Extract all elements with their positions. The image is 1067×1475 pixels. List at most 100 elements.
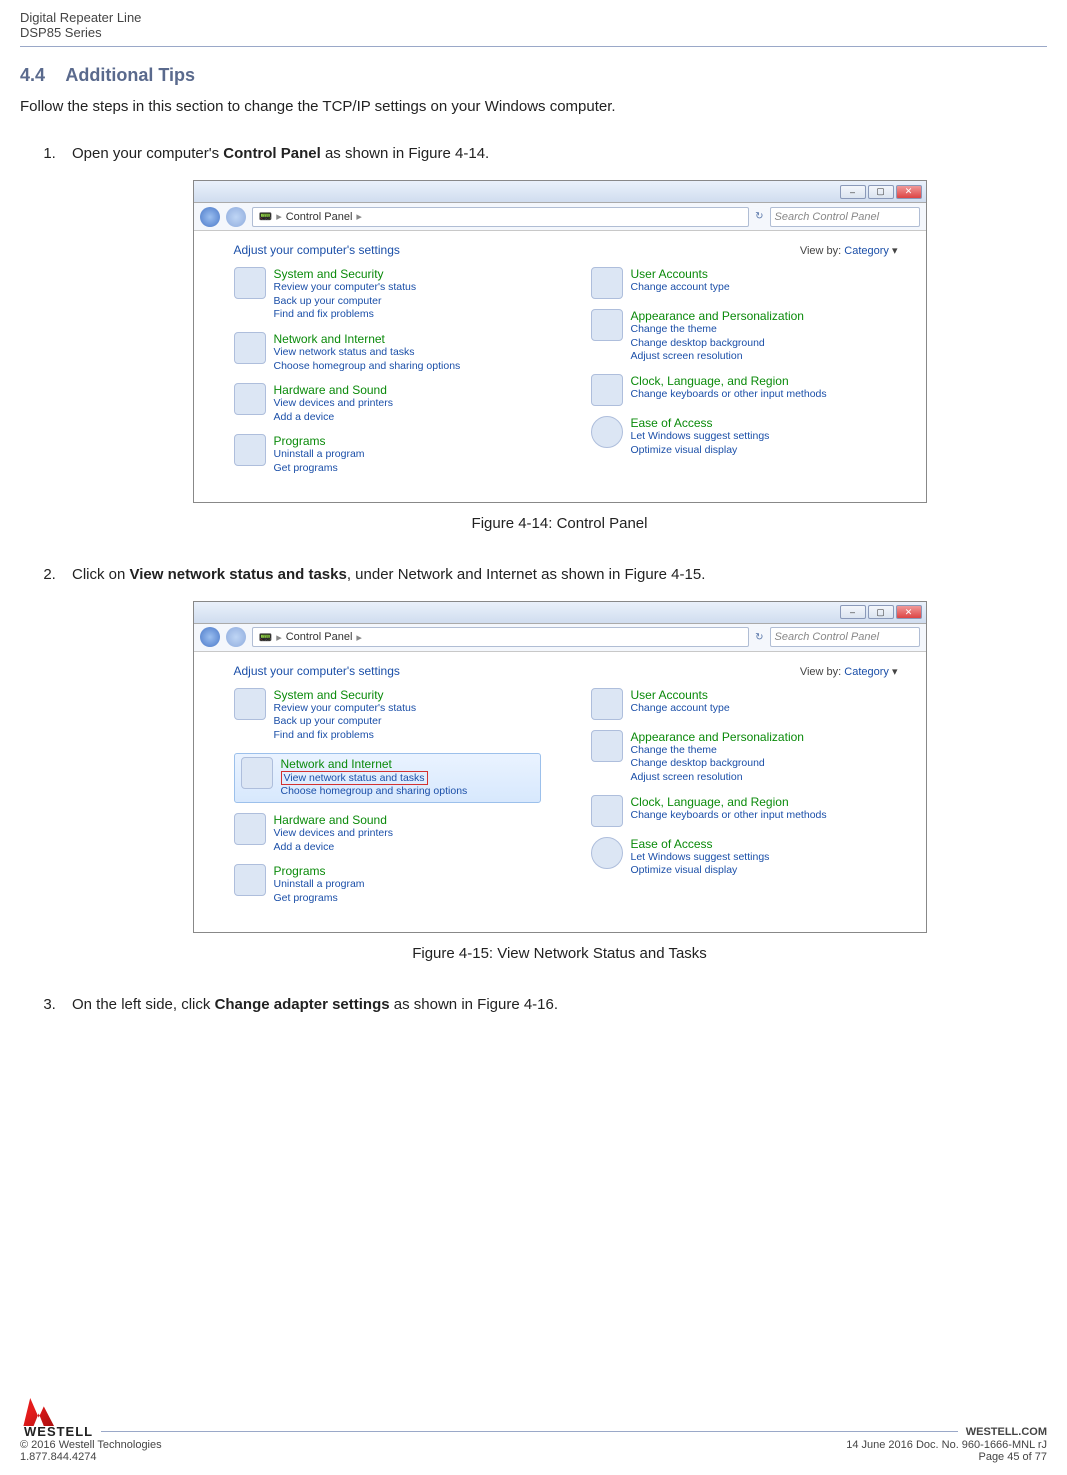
- category-sublink[interactable]: Find and fix problems: [274, 308, 417, 322]
- category-sublink[interactable]: View network status and tasks: [281, 771, 468, 786]
- category-title[interactable]: Ease of Access: [631, 416, 770, 430]
- refresh-icon[interactable]: ↻: [755, 211, 763, 222]
- control-panel-window: – ▢ ✕ 📟 ▸ Control Panel ▸ ↻ Search C: [193, 180, 927, 503]
- category-sublink[interactable]: Back up your computer: [274, 295, 417, 309]
- category-sublink[interactable]: Back up your computer: [274, 715, 417, 729]
- category-sublink[interactable]: Change the theme: [631, 323, 804, 337]
- category-sublink[interactable]: Change keyboards or other input methods: [631, 809, 827, 823]
- view-by[interactable]: View by: Category ▾: [800, 244, 898, 257]
- cp-category-item[interactable]: Clock, Language, and RegionChange keyboa…: [591, 795, 898, 827]
- cp-category-item[interactable]: ProgramsUninstall a programGet programs: [234, 434, 541, 475]
- category-sublink[interactable]: Let Windows suggest settings: [631, 430, 770, 444]
- category-sublink[interactable]: Change desktop background: [631, 757, 804, 771]
- category-sublink[interactable]: Uninstall a program: [274, 878, 365, 892]
- minimize-button[interactable]: –: [840, 185, 866, 199]
- view-by-2[interactable]: View by: Category ▾: [800, 665, 898, 678]
- breadcrumb-dropdown-icon[interactable]: ▸: [356, 210, 362, 223]
- category-sublink[interactable]: Get programs: [274, 462, 365, 476]
- close-button-2[interactable]: ✕: [896, 605, 922, 619]
- step-1-post: as shown in Figure 4-14.: [321, 145, 489, 162]
- category-sublink[interactable]: Uninstall a program: [274, 448, 365, 462]
- refresh-icon-2[interactable]: ↻: [755, 632, 763, 643]
- breadcrumb[interactable]: 📟 ▸ Control Panel ▸: [252, 207, 750, 227]
- category-sublink[interactable]: Add a device: [274, 841, 393, 855]
- category-title[interactable]: Programs: [274, 434, 365, 448]
- category-title[interactable]: Appearance and Personalization: [631, 730, 804, 744]
- category-title[interactable]: User Accounts: [631, 267, 730, 281]
- westell-logo: [20, 1398, 54, 1426]
- close-button[interactable]: ✕: [896, 185, 922, 199]
- category-sublink[interactable]: Choose homegroup and sharing options: [281, 785, 468, 799]
- search-input-2[interactable]: Search Control Panel: [770, 627, 920, 647]
- nav-forward-button[interactable]: [226, 207, 246, 227]
- cp-category-item[interactable]: Hardware and SoundView devices and print…: [234, 813, 541, 854]
- category-sublink[interactable]: View devices and printers: [274, 827, 393, 841]
- breadcrumb-2[interactable]: 📟 ▸ Control Panel ▸: [252, 627, 750, 647]
- cp-category-item[interactable]: ProgramsUninstall a programGet programs: [234, 864, 541, 905]
- category-icon: [591, 309, 623, 341]
- cp-category-item[interactable]: User AccountsChange account type: [591, 267, 898, 299]
- category-sublink[interactable]: Get programs: [274, 892, 365, 906]
- category-title[interactable]: System and Security: [274, 267, 417, 281]
- header-line-1: Digital Repeater Line: [20, 10, 1047, 25]
- nav-back-button[interactable]: [200, 207, 220, 227]
- section-heading: 4.4 Additional Tips: [20, 65, 1047, 86]
- step-2: Click on View network status and tasks, …: [60, 566, 1047, 962]
- category-title[interactable]: User Accounts: [631, 688, 730, 702]
- category-title[interactable]: Ease of Access: [631, 837, 770, 851]
- category-title[interactable]: Network and Internet: [274, 332, 461, 346]
- cp-category-item[interactable]: Appearance and PersonalizationChange the…: [591, 309, 898, 364]
- search-input[interactable]: Search Control Panel: [770, 207, 920, 227]
- minimize-button-2[interactable]: –: [840, 605, 866, 619]
- category-title[interactable]: Appearance and Personalization: [631, 309, 804, 323]
- category-title[interactable]: Network and Internet: [281, 757, 468, 771]
- category-sublink[interactable]: Change desktop background: [631, 337, 804, 351]
- cp-columns: System and SecurityReview your computer'…: [234, 267, 898, 486]
- category-sublink[interactable]: Optimize visual display: [631, 444, 770, 458]
- category-title[interactable]: Programs: [274, 864, 365, 878]
- category-sublink[interactable]: View network status and tasks: [274, 346, 461, 360]
- cp-category-item[interactable]: Appearance and PersonalizationChange the…: [591, 730, 898, 785]
- category-title[interactable]: Clock, Language, and Region: [631, 374, 827, 388]
- category-sublink[interactable]: Change keyboards or other input methods: [631, 388, 827, 402]
- category-sublink[interactable]: Find and fix problems: [274, 729, 417, 743]
- category-sublink[interactable]: Adjust screen resolution: [631, 350, 804, 364]
- breadcrumb-dropdown-icon-2[interactable]: ▸: [356, 631, 362, 644]
- category-sublink[interactable]: Choose homegroup and sharing options: [274, 360, 461, 374]
- category-sublink[interactable]: Change the theme: [631, 744, 804, 758]
- category-sublink[interactable]: Optimize visual display: [631, 864, 770, 878]
- cp-category-item[interactable]: Network and InternetView network status …: [234, 753, 541, 803]
- category-title[interactable]: Hardware and Sound: [274, 813, 393, 827]
- figure-4-15: – ▢ ✕ 📟 ▸ Control Panel ▸ ↻ Search C: [180, 601, 940, 933]
- page-footer: WESTELL WESTELL.COM © 2016 Westell Techn…: [20, 1398, 1047, 1463]
- footer-page: Page 45 of 77: [978, 1451, 1047, 1463]
- category-title[interactable]: Hardware and Sound: [274, 383, 393, 397]
- category-sublink[interactable]: Review your computer's status: [274, 281, 417, 295]
- maximize-button[interactable]: ▢: [868, 185, 894, 199]
- control-panel-window-2: – ▢ ✕ 📟 ▸ Control Panel ▸ ↻ Search C: [193, 601, 927, 933]
- category-title[interactable]: System and Security: [274, 688, 417, 702]
- category-sublink[interactable]: Review your computer's status: [274, 702, 417, 716]
- logo-mark-icon: [20, 1398, 54, 1426]
- category-sublink[interactable]: Add a device: [274, 411, 393, 425]
- category-sublink[interactable]: View devices and printers: [274, 397, 393, 411]
- maximize-button-2[interactable]: ▢: [868, 605, 894, 619]
- cp-category-item[interactable]: Clock, Language, and RegionChange keyboa…: [591, 374, 898, 406]
- cp-category-item[interactable]: System and SecurityReview your computer'…: [234, 688, 541, 743]
- step-2-bold: View network status and tasks: [130, 566, 347, 583]
- nav-back-button-2[interactable]: [200, 627, 220, 647]
- breadcrumb-text: Control Panel: [286, 211, 353, 223]
- cp-category-item[interactable]: Ease of AccessLet Windows suggest settin…: [591, 837, 898, 878]
- nav-forward-button-2[interactable]: [226, 627, 246, 647]
- cp-category-item[interactable]: Ease of AccessLet Windows suggest settin…: [591, 416, 898, 457]
- cp-category-item[interactable]: Network and InternetView network status …: [234, 332, 541, 373]
- viewby-label-2: View by:: [800, 666, 841, 678]
- category-sublink[interactable]: Change account type: [631, 702, 730, 716]
- category-sublink[interactable]: Adjust screen resolution: [631, 771, 804, 785]
- cp-category-item[interactable]: System and SecurityReview your computer'…: [234, 267, 541, 322]
- category-sublink[interactable]: Let Windows suggest settings: [631, 851, 770, 865]
- cp-category-item[interactable]: Hardware and SoundView devices and print…: [234, 383, 541, 424]
- category-sublink[interactable]: Change account type: [631, 281, 730, 295]
- category-title[interactable]: Clock, Language, and Region: [631, 795, 827, 809]
- cp-category-item[interactable]: User AccountsChange account type: [591, 688, 898, 720]
